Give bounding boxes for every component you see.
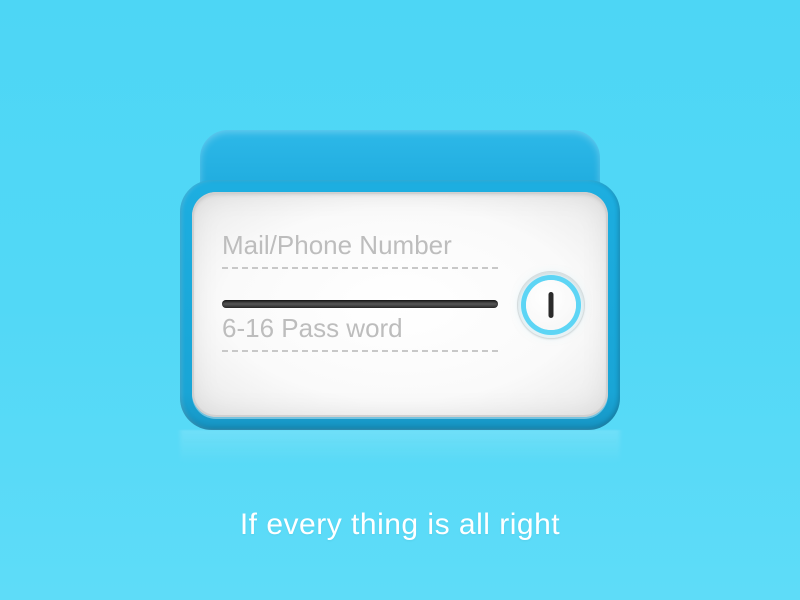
device-front-panel xyxy=(192,192,608,417)
caption-text: If every thing is all right xyxy=(0,508,800,542)
password-input[interactable] xyxy=(222,313,498,352)
login-form xyxy=(222,230,498,396)
device-reflection xyxy=(180,430,620,478)
disc-slot-icon xyxy=(222,300,498,308)
power-line-icon xyxy=(549,292,554,318)
power-ring-icon xyxy=(526,280,576,330)
submit-button[interactable] xyxy=(518,272,584,338)
identifier-input[interactable] xyxy=(222,230,498,269)
login-device xyxy=(180,130,620,430)
password-row xyxy=(222,313,498,352)
identifier-row xyxy=(222,230,498,269)
